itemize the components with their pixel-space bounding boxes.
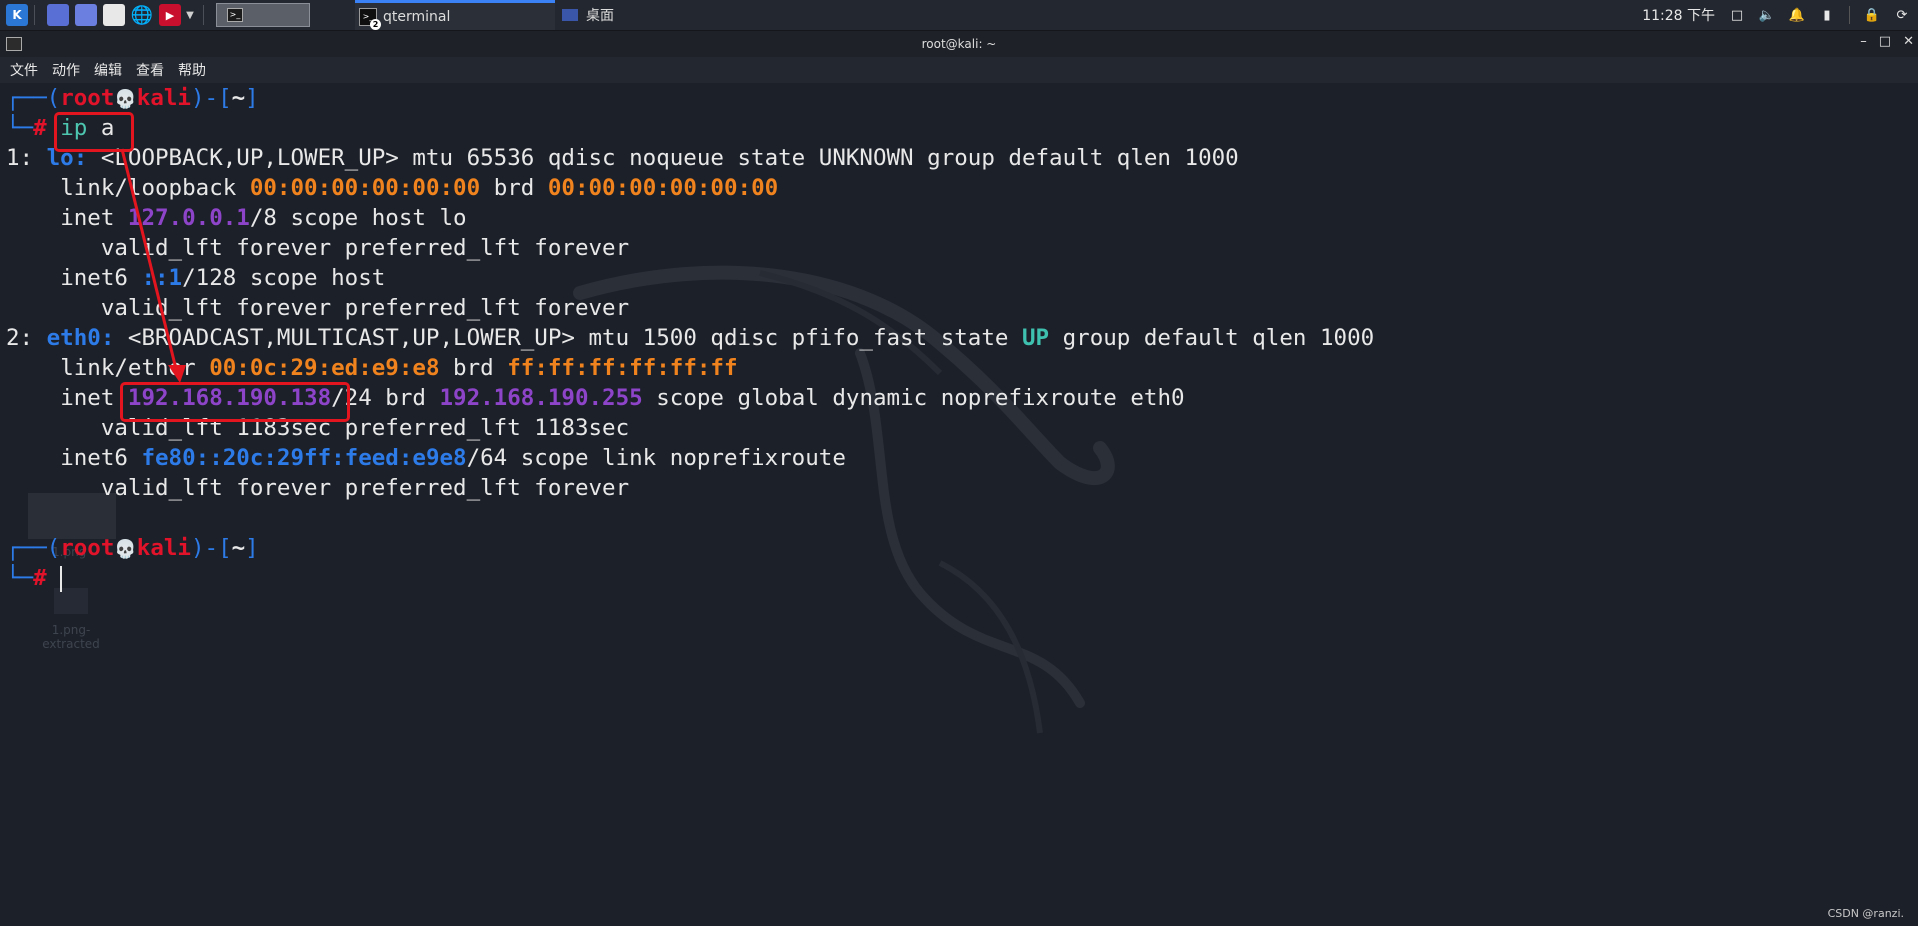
file-manager-icon[interactable] <box>75 4 97 26</box>
output-line: valid_lft forever preferred_lft forever <box>100 235 630 261</box>
maximize-icon[interactable]: □ <box>1879 34 1891 49</box>
workspace-switcher[interactable]: >_ <box>216 3 310 27</box>
taskbar-divider <box>34 5 35 25</box>
output-line: link/ether 00:0c:29:ed:e9:e8 brd ff:ff:f… <box>60 355 738 381</box>
display-icon[interactable]: □ <box>1729 7 1745 23</box>
terminal-launcher-icon[interactable]: ▶ <box>159 4 181 26</box>
window-title: root@kali: ~ <box>921 37 997 51</box>
lock-screen-icon[interactable]: 🔒 <box>1864 7 1880 23</box>
terminal-icon: >_ <box>227 8 243 22</box>
text-editor-icon[interactable] <box>103 4 125 26</box>
output-line: valid_lft forever preferred_lft forever <box>100 475 630 501</box>
web-browser-icon[interactable]: 🌐 <box>131 4 153 26</box>
prompt-host: kali <box>136 85 191 111</box>
terminal-icon: >_ 2 <box>359 7 381 30</box>
output-line: link/loopback 00:00:00:00:00:00 brd 00:0… <box>60 175 779 201</box>
window-count-badge: 2 <box>370 18 381 30</box>
annotation-box-command <box>54 112 134 152</box>
menu-edit[interactable]: 编辑 <box>94 60 122 80</box>
skull-icon: 💀 <box>114 539 137 560</box>
output-line: inet 127.0.0.1/8 scope host lo <box>60 205 467 231</box>
output-line: inet6 fe80::20c:29ff:feed:e9e8/64 scope … <box>60 445 846 471</box>
chevron-down-icon[interactable]: ▼ <box>183 4 197 26</box>
output-line: 1: lo: <LOOPBACK,UP,LOWER_UP> mtu 65536 … <box>6 145 1239 171</box>
desktop-icon <box>562 9 578 21</box>
prompt-symbol: # <box>33 115 47 141</box>
menu-view[interactable]: 查看 <box>136 60 164 80</box>
prompt-line: ┌──(root💀kali)-[~] <box>6 535 259 561</box>
taskbar-divider <box>203 5 204 25</box>
battery-icon[interactable]: ▮ <box>1819 7 1835 23</box>
task-label: qterminal <box>383 8 451 25</box>
window-titlebar[interactable]: root@kali: ~ – □ ✕ <box>0 31 1918 57</box>
kali-menu-icon[interactable]: K <box>6 4 28 26</box>
power-icon[interactable]: ⟳ <box>1894 7 1910 23</box>
text-cursor <box>60 565 63 592</box>
annotation-box-ip <box>120 382 350 422</box>
menu-help[interactable]: 帮助 <box>178 60 206 80</box>
menu-actions[interactable]: 动作 <box>52 60 80 80</box>
prompt-dir: ~ <box>231 85 246 111</box>
desktop-folder-label: 1.png-extracted <box>42 623 100 651</box>
taskbar: K 🌐 ▶ ▼ >_ >_ 2 qterminal 桌面 11:28 下午 □ 🔈… <box>0 0 1918 31</box>
window-controls: – □ ✕ <box>1860 34 1914 49</box>
menu-file[interactable]: 文件 <box>10 60 38 80</box>
terminal-output[interactable]: 1.png 1.png-extracted ┌──(root💀kali)-[~]… <box>0 83 1918 926</box>
task-desktop[interactable]: 桌面 <box>558 0 614 30</box>
prompt-line: ┌──(root💀kali)-[~] <box>6 85 259 111</box>
system-tray: 11:28 下午 □ 🔈 🔔 ▮ 🔒 ⟳ <box>1642 0 1918 30</box>
notification-bell-icon[interactable]: 🔔 <box>1789 7 1805 23</box>
output-line: 2: eth0: <BROADCAST,MULTICAST,UP,LOWER_U… <box>6 325 1375 351</box>
volume-icon[interactable]: 🔈 <box>1759 7 1775 23</box>
task-qterminal[interactable]: >_ 2 qterminal <box>355 0 555 30</box>
menu-bar: 文件 动作 编辑 查看 帮助 <box>0 57 1918 83</box>
clock[interactable]: 11:28 下午 <box>1642 5 1715 25</box>
minimize-icon[interactable]: – <box>1860 34 1867 49</box>
skull-icon: 💀 <box>114 89 137 110</box>
tray-divider <box>1849 6 1850 24</box>
close-icon[interactable]: ✕ <box>1903 34 1914 49</box>
show-desktop-icon[interactable] <box>47 4 69 26</box>
command-line[interactable]: └─# <box>6 563 63 593</box>
kali-dragon-watermark <box>573 265 1115 734</box>
output-line: inet6 ::1/128 scope host <box>60 265 386 291</box>
prompt-user: root <box>60 85 115 111</box>
task-label: 桌面 <box>586 8 614 24</box>
watermark-text: CSDN @ranzi. <box>1827 907 1904 920</box>
output-line: valid_lft forever preferred_lft forever <box>100 295 630 321</box>
